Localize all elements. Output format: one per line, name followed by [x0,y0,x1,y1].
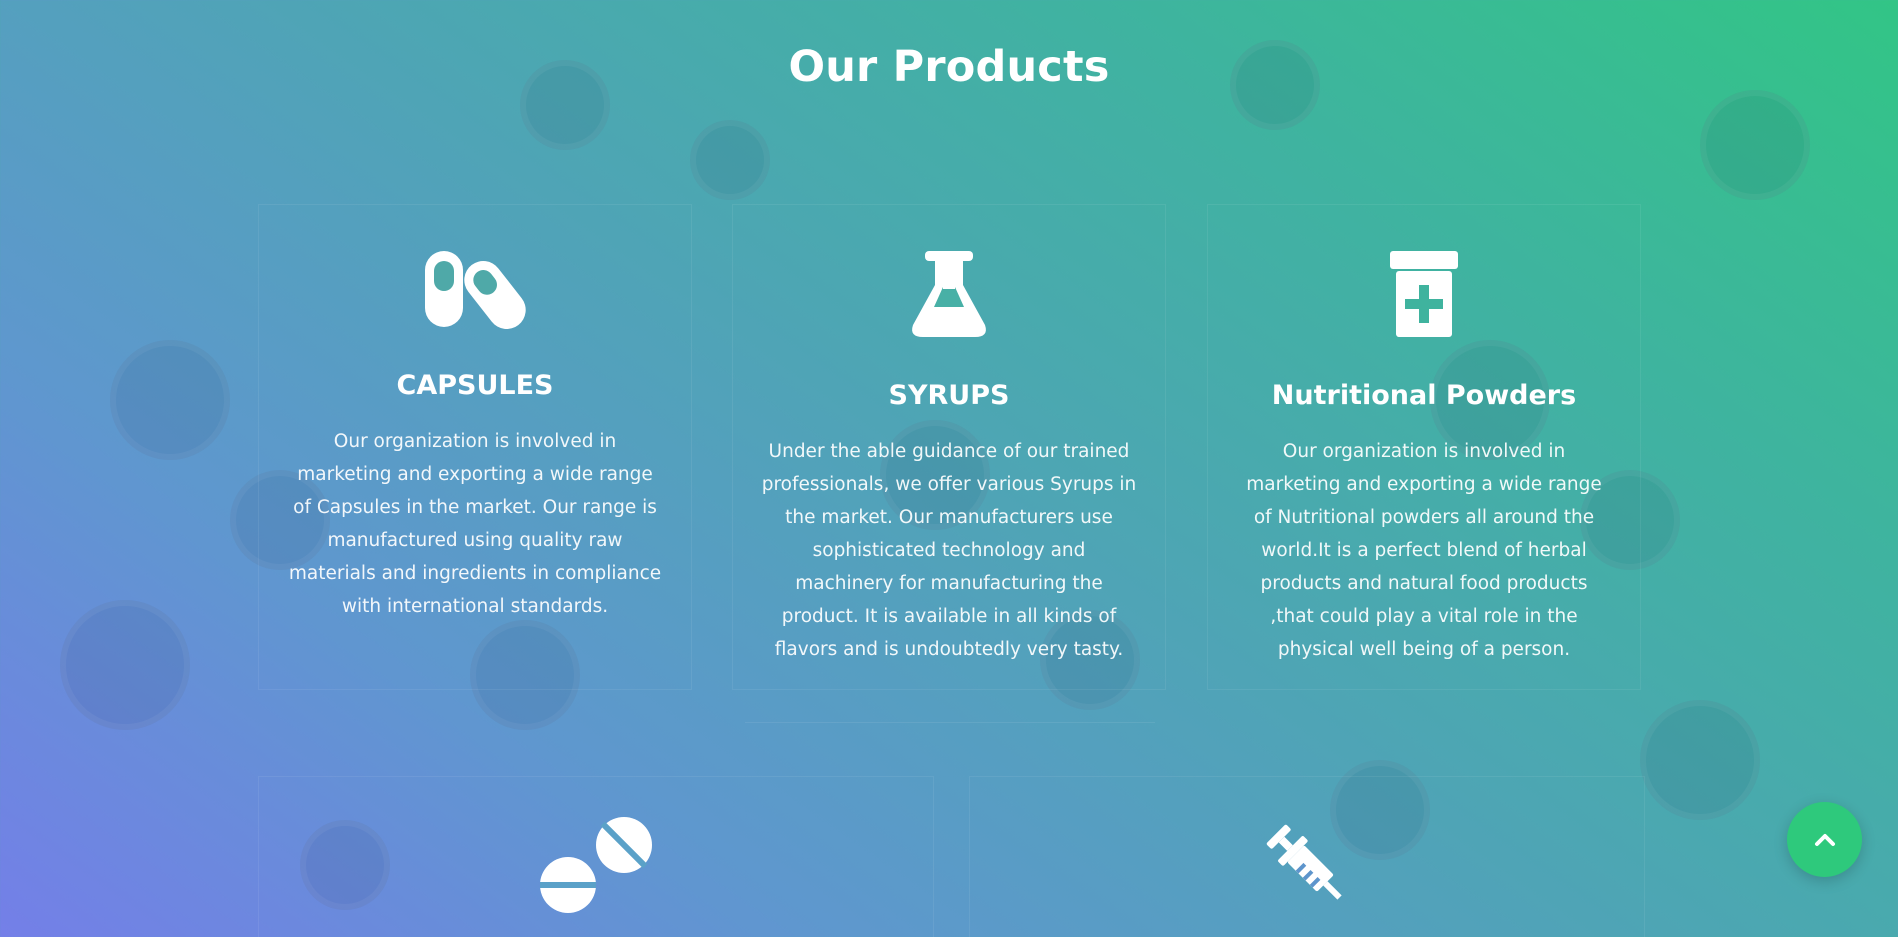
product-card-capsules: CAPSULES Our organization is involved in… [258,204,692,690]
product-title: Nutritional Powders [1271,380,1577,411]
syringe-icon [1266,824,1342,900]
product-description: Our organization is involved in marketin… [1246,441,1602,660]
product-description: Our organization is involved in marketin… [288,431,662,617]
chevron-up-icon [1814,833,1835,846]
section-divider [745,722,1155,723]
section-title: Our Products [788,42,1110,92]
product-description: Under the able guidance of our trained p… [761,441,1137,660]
product-title: CAPSULES [396,370,554,401]
product-card-nutritional-powders: Nutritional Powders Our organization is … [1207,204,1641,690]
prescription-bottle-icon [1390,251,1458,337]
tablets-icon [540,817,652,913]
back-to-top-button[interactable] [1787,802,1862,877]
product-card-injections [969,776,1645,937]
product-card-tablets [258,776,934,937]
capsules-icon [425,251,526,329]
flask-icon [912,251,986,337]
product-card-syrups: SYRUPS Under the able guidance of our tr… [732,204,1166,690]
product-title: SYRUPS [888,380,1010,411]
